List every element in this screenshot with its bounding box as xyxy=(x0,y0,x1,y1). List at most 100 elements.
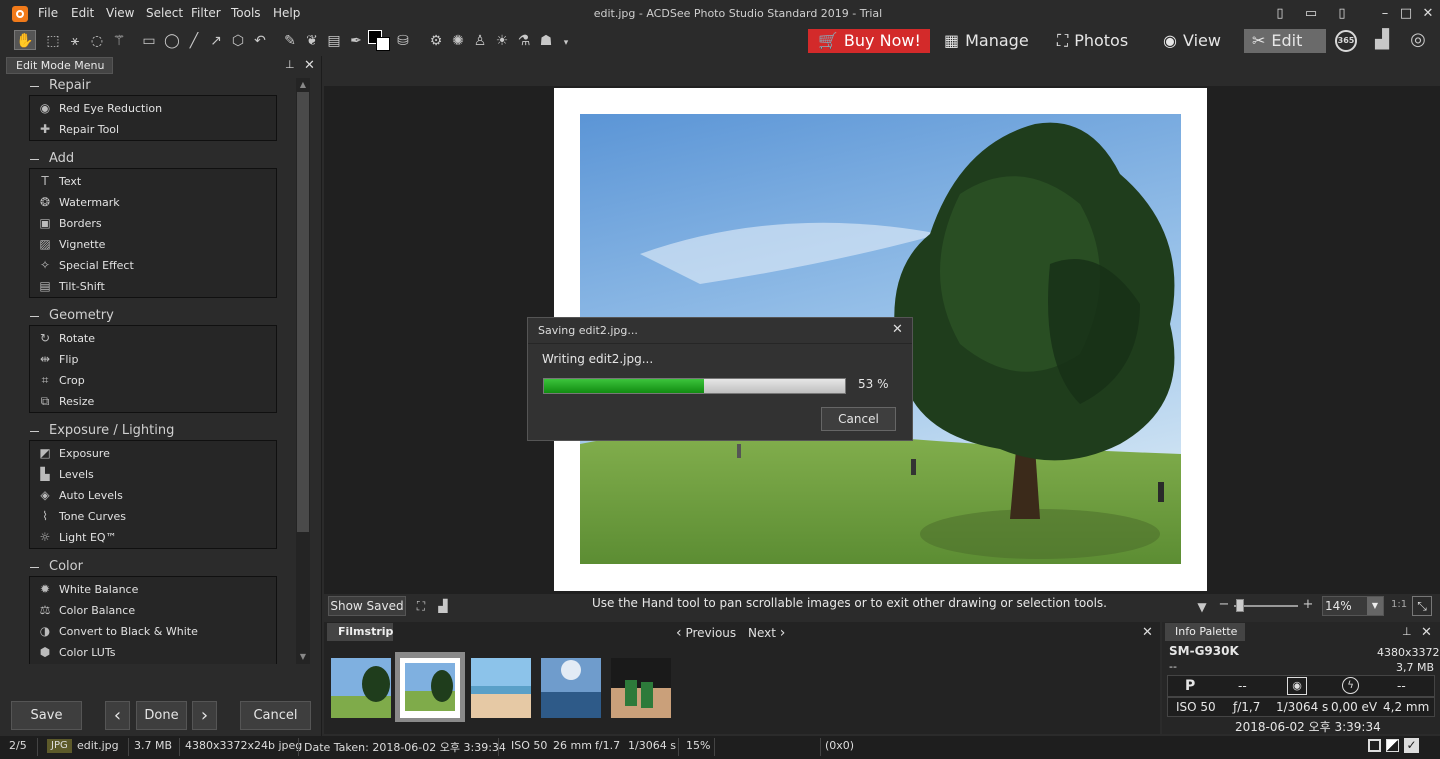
save-button[interactable]: Save xyxy=(11,701,82,730)
panel-close-icon[interactable]: ✕ xyxy=(304,58,315,73)
zoom-menu-icon[interactable]: ▼ xyxy=(1193,597,1211,617)
zoom-in-icon[interactable]: + xyxy=(1299,595,1317,615)
scroll-down-icon[interactable]: ▼ xyxy=(298,652,308,661)
histogram-icon[interactable]: ▟ xyxy=(434,596,452,616)
line-icon[interactable]: ╱ xyxy=(185,31,203,51)
thumbnail-cans-on-table[interactable] xyxy=(611,658,671,718)
magic-wand-icon[interactable]: ⚚ xyxy=(110,31,128,51)
menu-vignette[interactable]: ▨ Vignette xyxy=(38,234,105,255)
menu-light-eq[interactable]: ☼ Light EQ™ xyxy=(38,527,117,548)
section-geometry[interactable]: Geometry xyxy=(30,308,114,323)
lasso-icon[interactable]: ◌ xyxy=(88,31,106,51)
zoom-out-icon[interactable]: − xyxy=(1215,595,1233,615)
selection-tool-icon[interactable]: ⬚ xyxy=(44,31,62,51)
target-icon[interactable]: ⚙ xyxy=(427,31,445,51)
section-exposure-lighting[interactable]: Exposure / Lighting xyxy=(30,423,174,438)
menu-levels[interactable]: ▙ Levels xyxy=(38,464,93,485)
filmstrip-close-icon[interactable]: ✕ xyxy=(1142,625,1153,640)
thumbnail-beach[interactable] xyxy=(471,658,531,718)
menu-auto-levels[interactable]: ◈ Auto Levels xyxy=(38,485,122,506)
rectangle-icon[interactable]: ▭ xyxy=(140,31,158,51)
menu-watermark[interactable]: ❂ Watermark xyxy=(38,192,120,213)
menu-exposure[interactable]: ◩ Exposure xyxy=(38,443,110,464)
menu-text[interactable]: T Text xyxy=(38,171,81,192)
filmstrip-previous[interactable]: ‹ Previous xyxy=(676,625,736,641)
thumbnail-sea-sunset[interactable] xyxy=(541,658,601,718)
view-square-icon[interactable] xyxy=(1368,739,1381,752)
ellipse-icon[interactable]: ◯ xyxy=(163,31,181,51)
previous-image-button[interactable]: ‹ xyxy=(105,701,130,730)
buy-now-button[interactable]: 🛒 Buy Now! xyxy=(808,29,930,53)
menu-tone-curves[interactable]: ⌇ Tone Curves xyxy=(38,506,126,527)
info-close-icon[interactable]: ✕ xyxy=(1421,625,1432,640)
person-icon[interactable]: ♙ xyxy=(471,31,489,51)
menu-color-luts[interactable]: ⬢ Color LUTs xyxy=(38,642,116,663)
thumbnail-tree-field-framed[interactable] xyxy=(400,658,460,718)
mode-photos[interactable]: ⛶ Photos xyxy=(1057,29,1128,53)
menu-convert-bw[interactable]: ◑ Convert to Black & White xyxy=(38,621,198,642)
menu-special-effect[interactable]: ✧ Special Effect xyxy=(38,255,134,276)
mode-edit[interactable]: ✂ Edit xyxy=(1244,29,1326,53)
brush-icon[interactable]: ✎ xyxy=(281,31,299,51)
mode-view[interactable]: ◉ View xyxy=(1163,29,1221,53)
develop-eye-icon[interactable]: ◎ xyxy=(1405,30,1431,50)
section-add[interactable]: Add xyxy=(30,151,74,166)
mode-manage[interactable]: ▦ Manage xyxy=(944,29,1029,53)
hand-tool-icon[interactable]: ✋ xyxy=(14,30,36,50)
section-repair[interactable]: Repair xyxy=(30,78,91,93)
menu-crop[interactable]: ⌗ Crop xyxy=(38,370,85,391)
maximize-button[interactable]: □ xyxy=(1397,5,1415,23)
scroll-up-icon[interactable]: ▲ xyxy=(298,80,308,89)
layout-left-icon[interactable]: ▯ xyxy=(1271,5,1289,23)
scrollbar-thumb[interactable] xyxy=(297,92,309,532)
heal-icon[interactable]: ❦ xyxy=(303,31,321,51)
menu-rotate[interactable]: ↻ Rotate xyxy=(38,328,95,349)
magic-select-icon[interactable]: ⚹ xyxy=(66,31,84,51)
curve-icon[interactable]: ↶ xyxy=(251,31,269,51)
cancel-button[interactable]: Cancel xyxy=(240,701,311,730)
layout-bottom-icon[interactable]: ▭ xyxy=(1302,5,1320,23)
close-button[interactable]: ✕ xyxy=(1419,5,1437,23)
bucket-icon[interactable]: ⚗ xyxy=(515,31,533,51)
panel-tab[interactable]: Edit Mode Menu xyxy=(6,57,113,74)
dialog-cancel-button[interactable]: Cancel xyxy=(821,407,896,431)
pin-icon[interactable]: ⊥ xyxy=(285,58,295,71)
dashboard-icon[interactable]: ▟ xyxy=(1370,30,1394,50)
background-color-icon[interactable] xyxy=(376,37,390,51)
actual-size-button[interactable]: 1:1 xyxy=(1391,599,1407,610)
minimize-button[interactable]: – xyxy=(1376,5,1394,23)
menu-red-eye[interactable]: ◉ Red Eye Reduction xyxy=(38,98,162,119)
light-icon[interactable]: ☀ xyxy=(493,31,511,51)
mask-icon[interactable]: ☗ xyxy=(537,31,555,51)
zoom-slider-thumb[interactable] xyxy=(1236,599,1244,612)
fit-to-window-icon[interactable]: ⤡ xyxy=(1412,596,1432,616)
menu-flip[interactable]: ⇹ Flip xyxy=(38,349,78,370)
arrow-icon[interactable]: ↗ xyxy=(207,31,225,51)
gradient-icon[interactable]: ▤ xyxy=(325,31,343,51)
show-saved-button[interactable]: Show Saved xyxy=(328,596,406,616)
menu-tilt-shift[interactable]: ▤ Tilt-Shift xyxy=(38,276,104,297)
fill-tool-icon[interactable]: ⛁ xyxy=(394,31,412,51)
section-color[interactable]: Color xyxy=(30,559,83,574)
filmstrip-next[interactable]: Next › xyxy=(748,625,785,641)
menu-borders[interactable]: ▣ Borders xyxy=(38,213,101,234)
gear-icon[interactable]: ✺ xyxy=(449,31,467,51)
menu-resize[interactable]: ⧉ Resize xyxy=(38,391,95,412)
eyedropper-icon[interactable]: ✒ xyxy=(347,31,365,51)
chevron-down-icon[interactable]: ▾ xyxy=(557,33,575,53)
thumbnail-tree-field[interactable] xyxy=(331,658,391,718)
layout-right-icon[interactable]: ▯ xyxy=(1333,5,1351,23)
fullscreen-icon[interactable]: ⛶ xyxy=(412,596,430,616)
done-button[interactable]: Done xyxy=(136,701,187,730)
next-image-button[interactable]: › xyxy=(192,701,217,730)
dialog-close-icon[interactable]: ✕ xyxy=(892,322,903,337)
info-pin-icon[interactable]: ⊥ xyxy=(1402,625,1412,638)
info-palette-tab[interactable]: Info Palette xyxy=(1165,623,1245,641)
view-compare-icon[interactable] xyxy=(1386,739,1399,752)
polygon-icon[interactable]: ⬡ xyxy=(229,31,247,51)
acdsee-365-icon[interactable]: 365 xyxy=(1335,30,1357,52)
menu-white-balance[interactable]: ✹ White Balance xyxy=(38,579,138,600)
zoom-dropdown-icon[interactable]: ▼ xyxy=(1367,597,1383,615)
checkmark-icon[interactable]: ✓ xyxy=(1404,738,1419,753)
filmstrip-tab[interactable]: Filmstrip xyxy=(327,623,393,641)
